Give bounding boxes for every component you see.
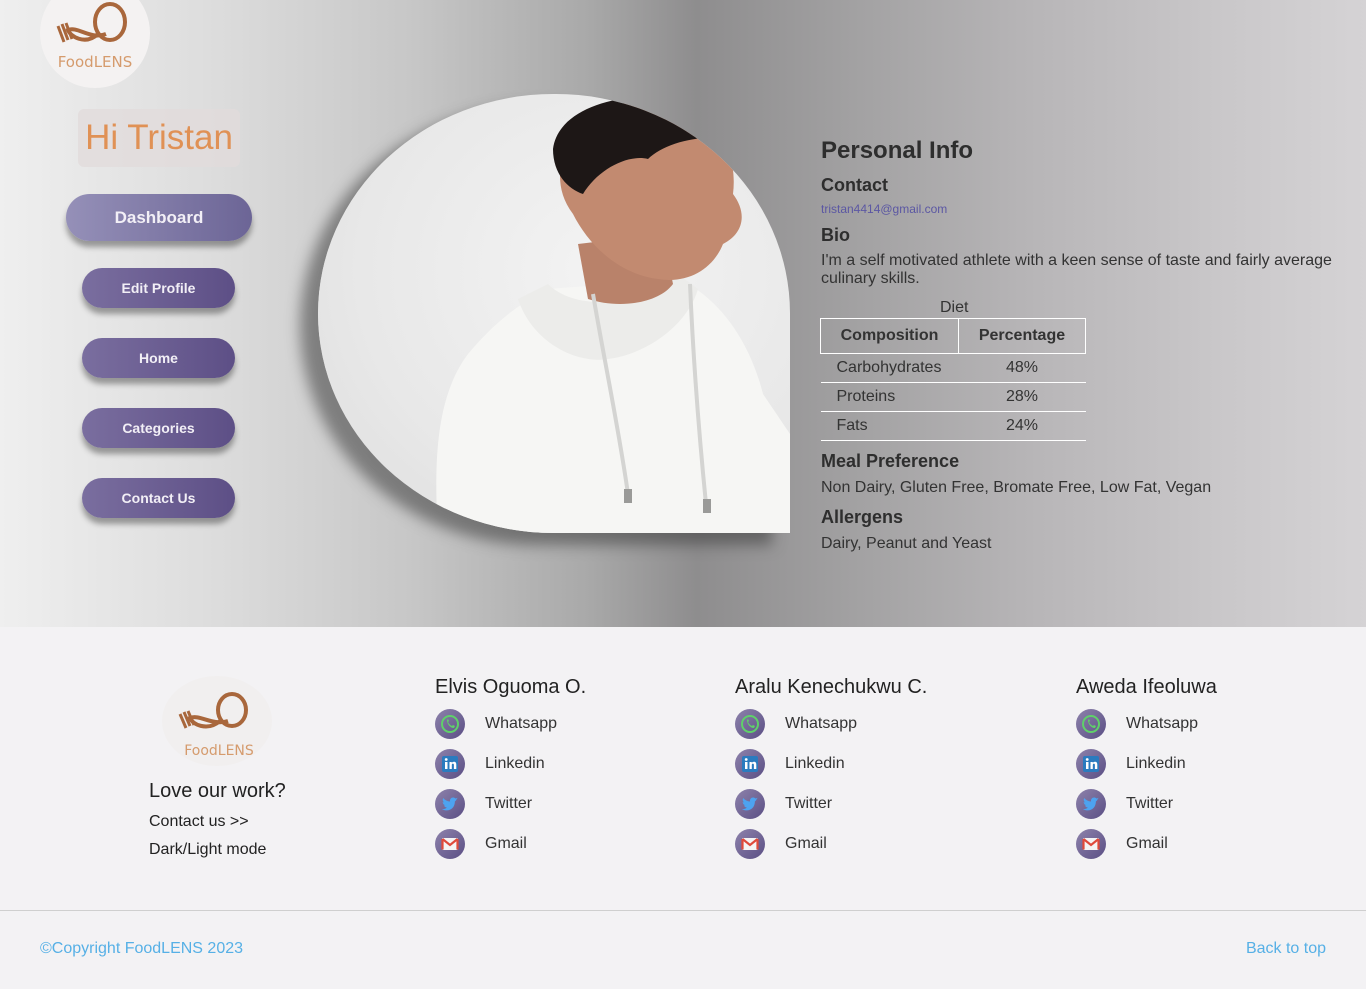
gmail-icon [1076, 829, 1106, 859]
dark-light-mode-toggle[interactable]: Dark/Light mode [149, 841, 266, 859]
linkedin-icon [1076, 749, 1106, 779]
social-link-linkedin[interactable]: Linkedin [1076, 749, 1186, 779]
footer-contact-link[interactable]: Contact us >> [149, 813, 249, 831]
social-link-label: Gmail [1126, 835, 1168, 852]
nav-categories[interactable]: Categories [82, 408, 235, 448]
footer-person-name: Aralu Kenechukwu C. [735, 676, 928, 698]
social-link-label: Twitter [1126, 795, 1174, 812]
meal-preference-label: Meal Preference [821, 451, 960, 471]
linkedin-icon [435, 749, 465, 779]
social-link-label: Twitter [785, 795, 833, 812]
gmail-icon [735, 829, 765, 859]
social-link-label: Whatsapp [1126, 715, 1199, 732]
footer-tagline: Love our work? [149, 780, 286, 802]
diet-header-composition: Composition [820, 318, 959, 354]
bio-label: Bio [821, 225, 850, 245]
social-link-twitter[interactable]: Twitter [735, 789, 832, 819]
nav-edit-profile[interactable]: Edit Profile [82, 268, 235, 308]
footer-divider [0, 910, 1366, 911]
table-row: Fats 24% [820, 411, 1086, 441]
personal-info-heading: Personal Info [821, 137, 974, 164]
social-link-label: Whatsapp [785, 715, 858, 732]
nav-home[interactable]: Home [82, 338, 235, 378]
contact-email[interactable]: tristan4414@gmail.com [821, 202, 1341, 216]
diet-header-percentage: Percentage [958, 318, 1086, 354]
diet-cell-percentage: 28% [958, 382, 1086, 412]
preferences: Meal Preference Non Dairy, Gluten Free, … [821, 451, 1341, 553]
logo-text: FoodLENS [58, 53, 133, 71]
social-link-label: Linkedin [485, 755, 545, 772]
social-link-gmail[interactable]: Gmail [735, 829, 827, 859]
gmail-icon [435, 829, 465, 859]
table-row: Carbohydrates 48% [820, 353, 1086, 383]
diet-cell-composition: Carbohydrates [820, 353, 959, 383]
whatsapp-icon [435, 709, 465, 739]
social-link-gmail[interactable]: Gmail [435, 829, 527, 859]
meal-preference-text: Non Dairy, Gluten Free, Bromate Free, Lo… [821, 479, 1212, 496]
social-link-label: Whatsapp [485, 715, 558, 732]
social-link-linkedin[interactable]: Linkedin [435, 749, 545, 779]
greeting: Hi Tristan [78, 109, 240, 167]
social-link-gmail[interactable]: Gmail [1076, 829, 1168, 859]
social-link-twitter[interactable]: Twitter [1076, 789, 1173, 819]
contact-label: Contact [821, 175, 888, 195]
profile-photo [318, 94, 790, 533]
social-link-label: Linkedin [1126, 755, 1186, 772]
footer-person-name: Elvis Oguoma O. [435, 676, 587, 698]
diet-table: Composition Percentage Carbohydrates 48%… [820, 318, 1086, 441]
social-link-whatsapp[interactable]: Whatsapp [1076, 709, 1198, 739]
allergens-text: Dairy, Peanut and Yeast [821, 535, 992, 552]
diet-cell-composition: Fats [820, 411, 959, 441]
personal-info: Personal Info Contact tristan4414@gmail.… [821, 137, 1341, 288]
whatsapp-icon [735, 709, 765, 739]
social-link-label: Linkedin [785, 755, 845, 772]
footer-person-name: Aweda Ifeoluwa [1076, 676, 1217, 698]
social-link-twitter[interactable]: Twitter [435, 789, 532, 819]
twitter-icon [1076, 789, 1106, 819]
whatsapp-icon [1076, 709, 1106, 739]
social-link-whatsapp[interactable]: Whatsapp [735, 709, 857, 739]
diet-cell-percentage: 24% [958, 411, 1086, 441]
diet-cell-percentage: 48% [958, 353, 1086, 383]
footer-logo[interactable]: FoodLENS [162, 676, 272, 766]
bio-text: I'm a self motivated athlete with a keen… [821, 252, 1332, 287]
twitter-icon [735, 789, 765, 819]
back-to-top-link[interactable]: Back to top [1246, 940, 1326, 958]
nav-contact-us[interactable]: Contact Us [82, 478, 235, 518]
allergens-label: Allergens [821, 507, 904, 527]
copyright: ©Copyright FoodLENS 2023 [40, 940, 244, 957]
social-link-label: Gmail [785, 835, 827, 852]
linkedin-icon [735, 749, 765, 779]
footer-logo-text: FoodLENS [184, 743, 254, 759]
twitter-icon [435, 789, 465, 819]
social-link-label: Twitter [485, 795, 533, 812]
social-link-label: Gmail [485, 835, 527, 852]
social-link-linkedin[interactable]: Linkedin [735, 749, 845, 779]
table-row: Proteins 28% [820, 382, 1086, 412]
diet-caption: Diet [940, 299, 969, 316]
social-link-whatsapp[interactable]: Whatsapp [435, 709, 557, 739]
diet-cell-composition: Proteins [820, 382, 959, 412]
nav-dashboard[interactable]: Dashboard [66, 194, 252, 241]
